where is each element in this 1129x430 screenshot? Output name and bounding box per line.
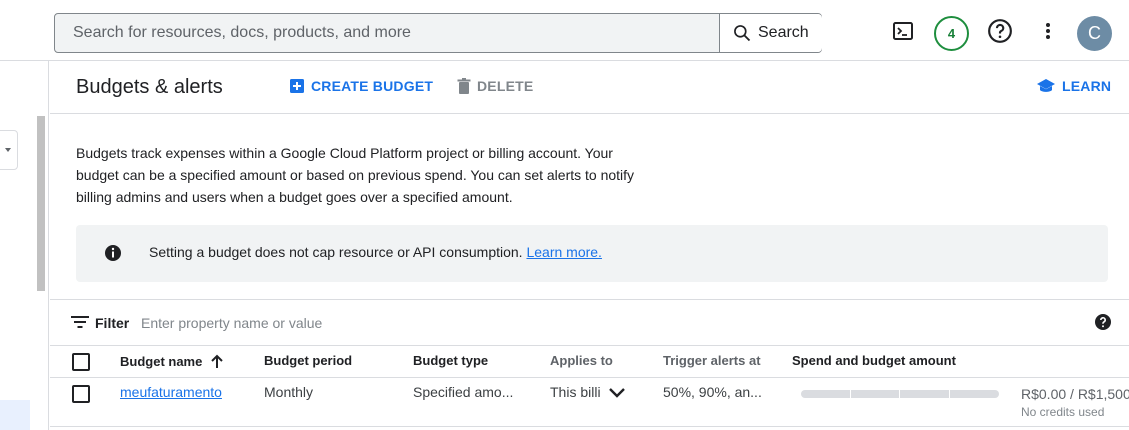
filter-list-icon <box>71 316 89 328</box>
delete-label: DELETE <box>477 78 534 94</box>
avatar[interactable]: C <box>1077 16 1112 51</box>
left-nav-select[interactable] <box>0 130 18 170</box>
trash-icon <box>457 78 471 94</box>
info-text: Setting a budget does not cap resource o… <box>149 244 523 260</box>
table-row: meufaturamento Monthly Specified amo... … <box>50 378 1129 427</box>
arrow-up-icon <box>211 354 224 368</box>
column-header-trigger: Trigger alerts at <box>663 353 761 368</box>
search-box: Search <box>54 13 822 53</box>
delete-button[interactable]: DELETE <box>457 78 533 94</box>
search-button[interactable]: Search <box>719 14 822 52</box>
filter-label: Filter <box>95 315 130 331</box>
credits-status: No credits used <box>1021 405 1105 419</box>
progress-divider <box>949 390 950 398</box>
left-nav <box>0 61 49 430</box>
expand-more-icon[interactable] <box>608 387 626 399</box>
learn-label: LEARN <box>1062 78 1112 94</box>
budget-amount: R$0.00 / R$1,500 <box>1021 386 1129 402</box>
more-options-button[interactable] <box>1033 16 1063 46</box>
page-description: Budgets track expenses within a Google C… <box>76 145 635 205</box>
progress-divider <box>899 390 900 398</box>
chevron-down-icon <box>5 148 11 152</box>
learn-more-link[interactable]: Learn more. <box>526 244 601 260</box>
help-button[interactable] <box>985 16 1015 46</box>
progress-divider <box>850 390 851 398</box>
column-header-name-label: Budget name <box>120 353 203 369</box>
info-banner: Setting a budget does not cap resource o… <box>76 225 1108 282</box>
column-header-period[interactable]: Budget period <box>264 353 352 368</box>
info-text-container: Setting a budget does not cap resource o… <box>149 244 602 260</box>
info-icon <box>105 245 121 261</box>
help-icon <box>988 19 1012 43</box>
column-header-applies: Applies to <box>550 353 613 368</box>
table-header: Budget name Budget period Budget type Ap… <box>50 346 1129 378</box>
column-header-spend: Spend and budget amount <box>792 353 956 368</box>
left-nav-active-item[interactable] <box>0 400 30 430</box>
column-header-type[interactable]: Budget type <box>413 353 488 368</box>
page-title: Budgets & alerts <box>76 76 223 98</box>
more-vert-icon <box>1046 23 1050 39</box>
applies-to-cell: This billi <box>550 384 601 400</box>
page-header: Budgets & alerts CREATE BUDGET DELETE LE… <box>50 61 1129 114</box>
notification-count: 4 <box>947 26 956 41</box>
row-checkbox[interactable] <box>72 385 90 403</box>
school-icon <box>1037 79 1055 92</box>
terminal-icon <box>893 22 913 40</box>
avatar-initial: C <box>1088 23 1101 43</box>
create-budget-button[interactable]: CREATE BUDGET <box>289 78 433 94</box>
filter-input[interactable] <box>141 310 541 336</box>
budget-type-cell: Specified amo... <box>413 384 514 400</box>
cloud-shell-button[interactable] <box>888 16 918 46</box>
budget-name-link[interactable]: meufaturamento <box>120 384 222 400</box>
left-nav-scrollbar[interactable] <box>37 116 45 291</box>
add-box-icon <box>290 79 304 93</box>
spend-progress-bar <box>801 390 999 398</box>
select-all-checkbox[interactable] <box>72 353 90 371</box>
filter-bar: Filter <box>50 299 1129 346</box>
create-budget-label: CREATE BUDGET <box>311 78 434 94</box>
search-button-label: Search <box>758 24 809 41</box>
budget-period-cell: Monthly <box>264 384 314 400</box>
top-bar: Search 4 C <box>0 0 1129 61</box>
trigger-alerts-cell: 50%, 90%, an... <box>663 384 762 400</box>
search-input[interactable] <box>55 14 719 52</box>
help-icon[interactable] <box>1094 313 1112 331</box>
column-header-name[interactable]: Budget name <box>120 353 224 369</box>
notifications-badge[interactable]: 4 <box>934 16 969 51</box>
search-icon <box>734 25 751 42</box>
learn-button[interactable]: LEARN <box>1036 78 1111 94</box>
